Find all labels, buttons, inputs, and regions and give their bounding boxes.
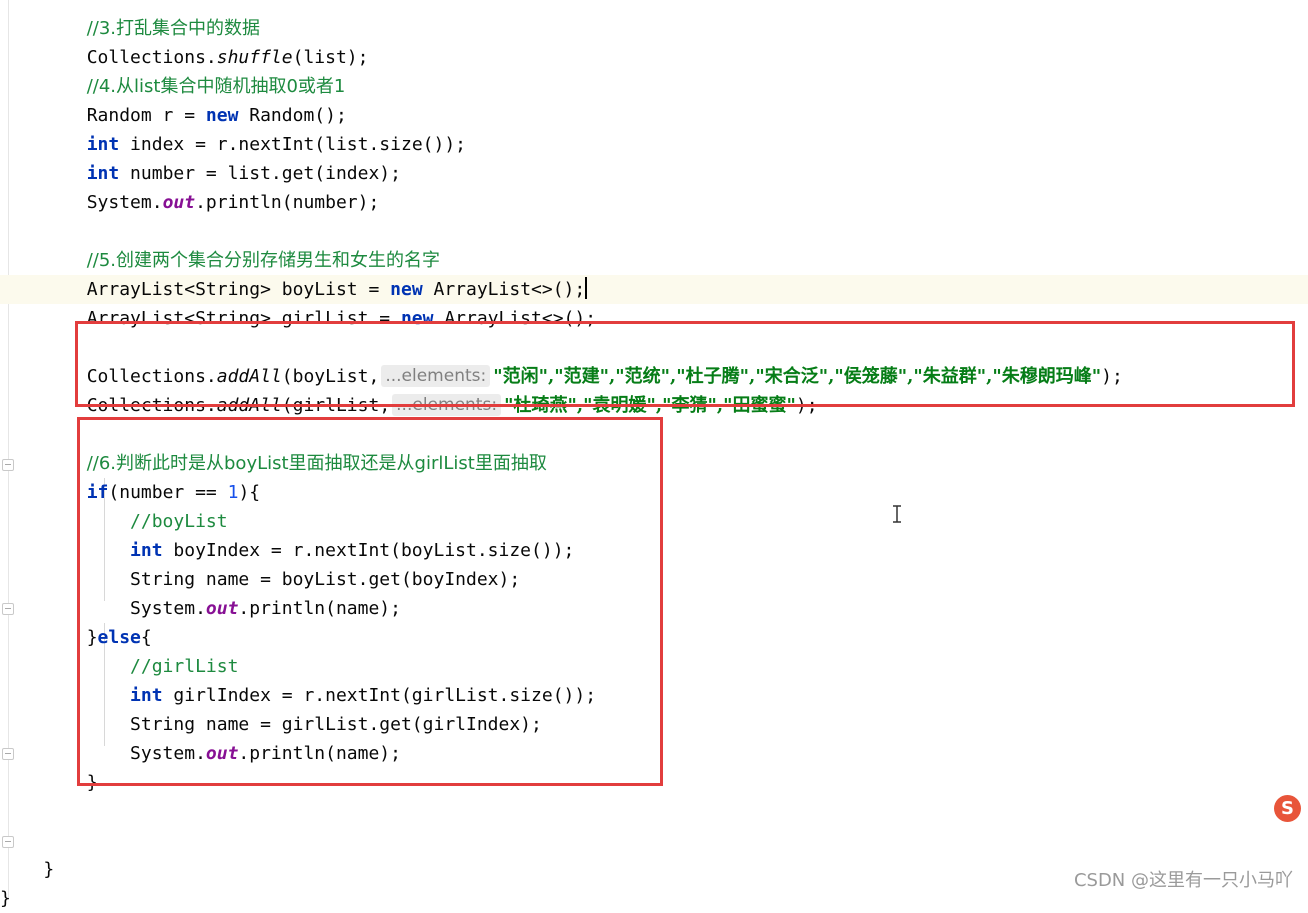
- code-token: number = list.get(index);: [119, 163, 401, 184]
- code-line[interactable]: int index = r.nextInt(list.size());: [0, 130, 1308, 159]
- code-line[interactable]: [0, 826, 1308, 855]
- text-caret: [585, 277, 588, 299]
- code-token: new: [205, 105, 239, 126]
- code-line[interactable]: //4.从list集合中随机抽取0或者1: [0, 72, 1308, 101]
- code-line[interactable]: Collections.shuffle(list);: [0, 43, 1308, 72]
- annotation-box-if-else: [77, 417, 663, 786]
- code-token: //3.打乱集合中的数据: [86, 18, 261, 39]
- code-line[interactable]: [0, 797, 1308, 826]
- sogou-ime-icon[interactable]: S: [1274, 795, 1301, 822]
- code-token: //4.从list集合中随机抽取0或者1: [86, 76, 346, 97]
- csdn-watermark: CSDN @这里有一只小马吖: [1073, 870, 1293, 891]
- code-token: System.: [0, 192, 163, 213]
- code-token: out: [162, 192, 196, 213]
- code-editor[interactable]: //3.打乱集合中的数据 Collections.shuffle(list); …: [0, 0, 1308, 909]
- code-token: ArrayList<String> boyList =: [0, 279, 391, 300]
- code-token: .println(number);: [195, 192, 380, 213]
- code-token: Random r =: [0, 105, 206, 126]
- code-token: index = r.nextInt(list.size());: [119, 134, 466, 155]
- code-line[interactable]: System.out.println(number);: [0, 188, 1308, 217]
- code-line[interactable]: ArrayList<String> boyList = new ArrayLis…: [0, 275, 1308, 304]
- code-token: }: [0, 859, 55, 880]
- code-line[interactable]: //5.创建两个集合分别存储男生和女生的名字: [0, 246, 1308, 275]
- code-token: Random();: [238, 105, 347, 126]
- code-line[interactable]: int number = list.get(index);: [0, 159, 1308, 188]
- code-token: }: [0, 888, 11, 909]
- code-token: int: [86, 163, 120, 184]
- code-token: int: [86, 134, 120, 155]
- code-token: new: [390, 279, 423, 300]
- code-token: Collections.: [0, 47, 217, 68]
- code-token: shuffle: [216, 47, 293, 68]
- code-line[interactable]: //3.打乱集合中的数据: [0, 14, 1308, 43]
- annotation-box-addall: [75, 321, 1295, 407]
- code-token: ArrayList<>();: [422, 279, 586, 300]
- code-line[interactable]: [0, 217, 1308, 246]
- code-token: //5.创建两个集合分别存储男生和女生的名字: [86, 250, 441, 271]
- code-line[interactable]: Random r = new Random();: [0, 101, 1308, 130]
- code-token: (list);: [292, 47, 369, 68]
- ibeam-cursor-icon: [893, 505, 901, 523]
